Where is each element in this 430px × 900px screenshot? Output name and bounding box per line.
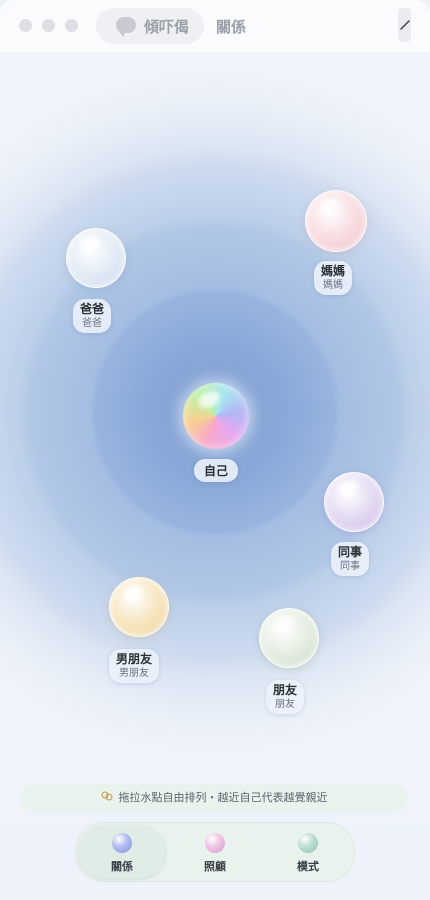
person-label-mom: 媽媽 媽媽 bbox=[314, 261, 353, 295]
care-orb-icon bbox=[205, 833, 225, 853]
person-subname: 男朋友 bbox=[119, 668, 149, 679]
nav-tab-care[interactable]: 照顧 bbox=[172, 826, 258, 878]
person-name: 同事 bbox=[338, 545, 363, 559]
tab-chat-label: 傾吓偈 bbox=[144, 18, 190, 36]
person-name: 媽媽 bbox=[321, 264, 346, 278]
window-zoom-button[interactable] bbox=[65, 19, 78, 32]
drag-hint-text: 拖拉水點自由排列・越近自己代表越覺親近 bbox=[118, 791, 328, 804]
bottom-nav: 關係 照顧 模式 bbox=[75, 822, 355, 882]
person-subname: 同事 bbox=[340, 561, 360, 572]
window-minimize-button[interactable] bbox=[42, 19, 55, 32]
tab-relationships[interactable]: 關係 bbox=[216, 16, 246, 37]
person-subname: 爸爸 bbox=[82, 318, 102, 329]
pattern-orb-icon bbox=[298, 833, 318, 853]
person-label-coworker: 同事 同事 bbox=[331, 542, 370, 576]
self-bubble[interactable] bbox=[183, 383, 249, 449]
person-name: 朋友 bbox=[273, 683, 298, 697]
person-name: 爸爸 bbox=[80, 302, 105, 316]
person-bubble-dad[interactable] bbox=[66, 228, 126, 288]
person-label-boyfriend: 男朋友 男朋友 bbox=[109, 649, 160, 683]
title-bar: 傾吓偈 關係 bbox=[0, 0, 430, 53]
nav-tab-label: 照顧 bbox=[204, 860, 226, 873]
tab-chat[interactable]: 傾吓偈 bbox=[96, 8, 204, 44]
chat-bubble-icon bbox=[116, 17, 136, 37]
relationship-orb-icon bbox=[112, 833, 132, 853]
app-window: 傾吓偈 關係 自己 爸爸 爸爸 媽媽 媽媽 同事 同事 男朋友 男朋友 朋友 朋… bbox=[0, 0, 430, 900]
person-label-dad: 爸爸 爸爸 bbox=[73, 299, 112, 333]
person-label-friend: 朋友 朋友 bbox=[266, 680, 305, 714]
hand-drag-icon bbox=[100, 791, 113, 801]
pencil-icon bbox=[399, 20, 410, 30]
person-subname: 朋友 bbox=[275, 699, 295, 710]
person-bubble-boyfriend[interactable] bbox=[109, 577, 169, 637]
person-name: 男朋友 bbox=[116, 652, 153, 666]
window-close-button[interactable] bbox=[19, 19, 32, 32]
person-bubble-coworker[interactable] bbox=[324, 472, 384, 532]
person-bubble-friend[interactable] bbox=[259, 608, 319, 668]
nav-tab-patterns[interactable]: 模式 bbox=[265, 826, 351, 878]
person-bubble-mom[interactable] bbox=[305, 190, 367, 252]
self-label: 自己 bbox=[194, 459, 239, 482]
edit-button[interactable] bbox=[398, 8, 411, 42]
nav-tab-label: 關係 bbox=[111, 860, 133, 873]
drag-hint-bar: 拖拉水點自由排列・越近自己代表越覺親近 bbox=[20, 784, 408, 812]
relationship-map: 自己 爸爸 爸爸 媽媽 媽媽 同事 同事 男朋友 男朋友 朋友 朋友 bbox=[0, 52, 430, 812]
nav-tab-relationships[interactable]: 關係 bbox=[79, 826, 165, 878]
person-subname: 媽媽 bbox=[323, 280, 343, 291]
nav-tab-label: 模式 bbox=[297, 860, 319, 873]
